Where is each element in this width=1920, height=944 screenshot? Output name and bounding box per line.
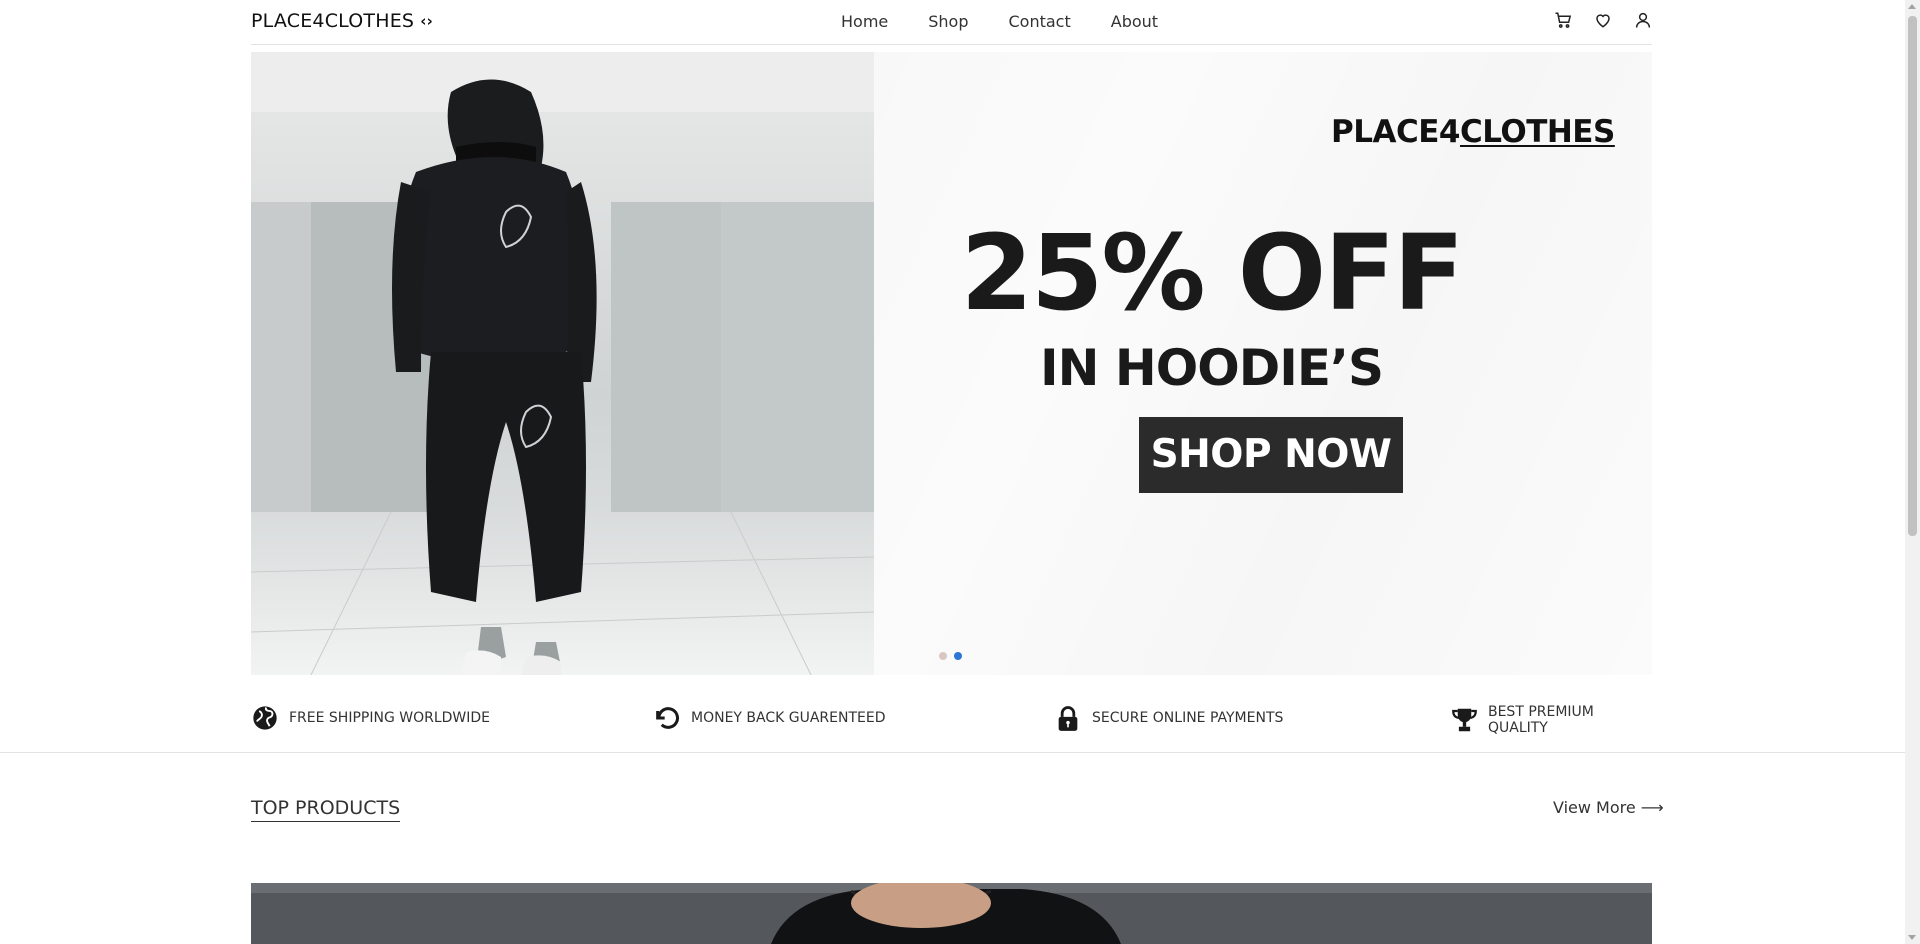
feature-quality-label: BEST PREMIUM QUALITY [1487, 704, 1594, 736]
lock-icon [1058, 706, 1078, 731]
nav-shop[interactable]: Shop [928, 12, 968, 31]
view-more-link[interactable]: View More ⟶ [1553, 798, 1664, 817]
product-image[interactable] [251, 883, 1652, 944]
header-icons [1554, 11, 1652, 29]
hero-headline: 25% OFF [960, 212, 1465, 334]
hero-subheadline: IN HOODIE’S [1040, 339, 1384, 397]
hero-banner: PLACE4CLOTHES 25% OFF IN HOODIE’S SHOP N… [251, 52, 1652, 675]
scroll-up-arrow-icon[interactable] [1908, 4, 1916, 9]
feature-money-back-label: MONEY BACK GUARENTEED [691, 710, 886, 726]
carousel-dots [939, 652, 962, 660]
main-nav: Home Shop Contact About [841, 12, 1158, 31]
nav-home[interactable]: Home [841, 12, 888, 31]
site-logo[interactable]: PLACE4CLOTHES ‹› [251, 10, 433, 32]
trophy-icon [1452, 708, 1477, 732]
features-bar: FREE SHIPPING WORLDWIDE MONEY BACK GUARE… [251, 700, 1652, 736]
user-icon[interactable] [1634, 11, 1652, 29]
code-brackets-icon: ‹› [420, 12, 433, 30]
top-products-title: TOP PRODUCTS [251, 797, 401, 822]
section-divider [0, 752, 1905, 753]
hero-brand-suffix: CLOTHES [1459, 114, 1615, 150]
scroll-down-arrow-icon[interactable] [1908, 935, 1916, 940]
nav-contact[interactable]: Contact [1009, 12, 1071, 31]
page-scrollbar[interactable] [1905, 0, 1920, 944]
feature-shipping: FREE SHIPPING WORLDWIDE [251, 704, 490, 732]
logo-text: PLACE4CLOTHES [251, 10, 415, 32]
feature-money-back: MONEY BACK GUARENTEED [653, 704, 886, 732]
site-header: PLACE4CLOTHES ‹› Home Shop Contact About [251, 0, 1652, 45]
feature-quality: BEST PREMIUM QUALITY [1451, 704, 1652, 736]
nav-about[interactable]: About [1111, 12, 1158, 31]
refresh-icon [656, 707, 680, 729]
feature-shipping-label: FREE SHIPPING WORLDWIDE [289, 710, 491, 726]
shop-now-button[interactable]: SHOP NOW [1139, 417, 1403, 493]
feature-secure-payments: SECURE ONLINE PAYMENTS [1054, 704, 1283, 732]
heart-icon[interactable] [1594, 11, 1612, 29]
globe-icon [253, 706, 277, 730]
feature-secure-payments-label: SECURE ONLINE PAYMENTS [1092, 710, 1284, 726]
cart-icon[interactable] [1554, 11, 1572, 29]
scrollbar-thumb[interactable] [1908, 16, 1917, 536]
hero-brand-prefix: PLACE4 [1331, 114, 1460, 150]
hero-brand: PLACE4CLOTHES [1331, 114, 1615, 150]
carousel-dot-1[interactable] [939, 652, 947, 660]
carousel-dot-2[interactable] [954, 652, 962, 660]
